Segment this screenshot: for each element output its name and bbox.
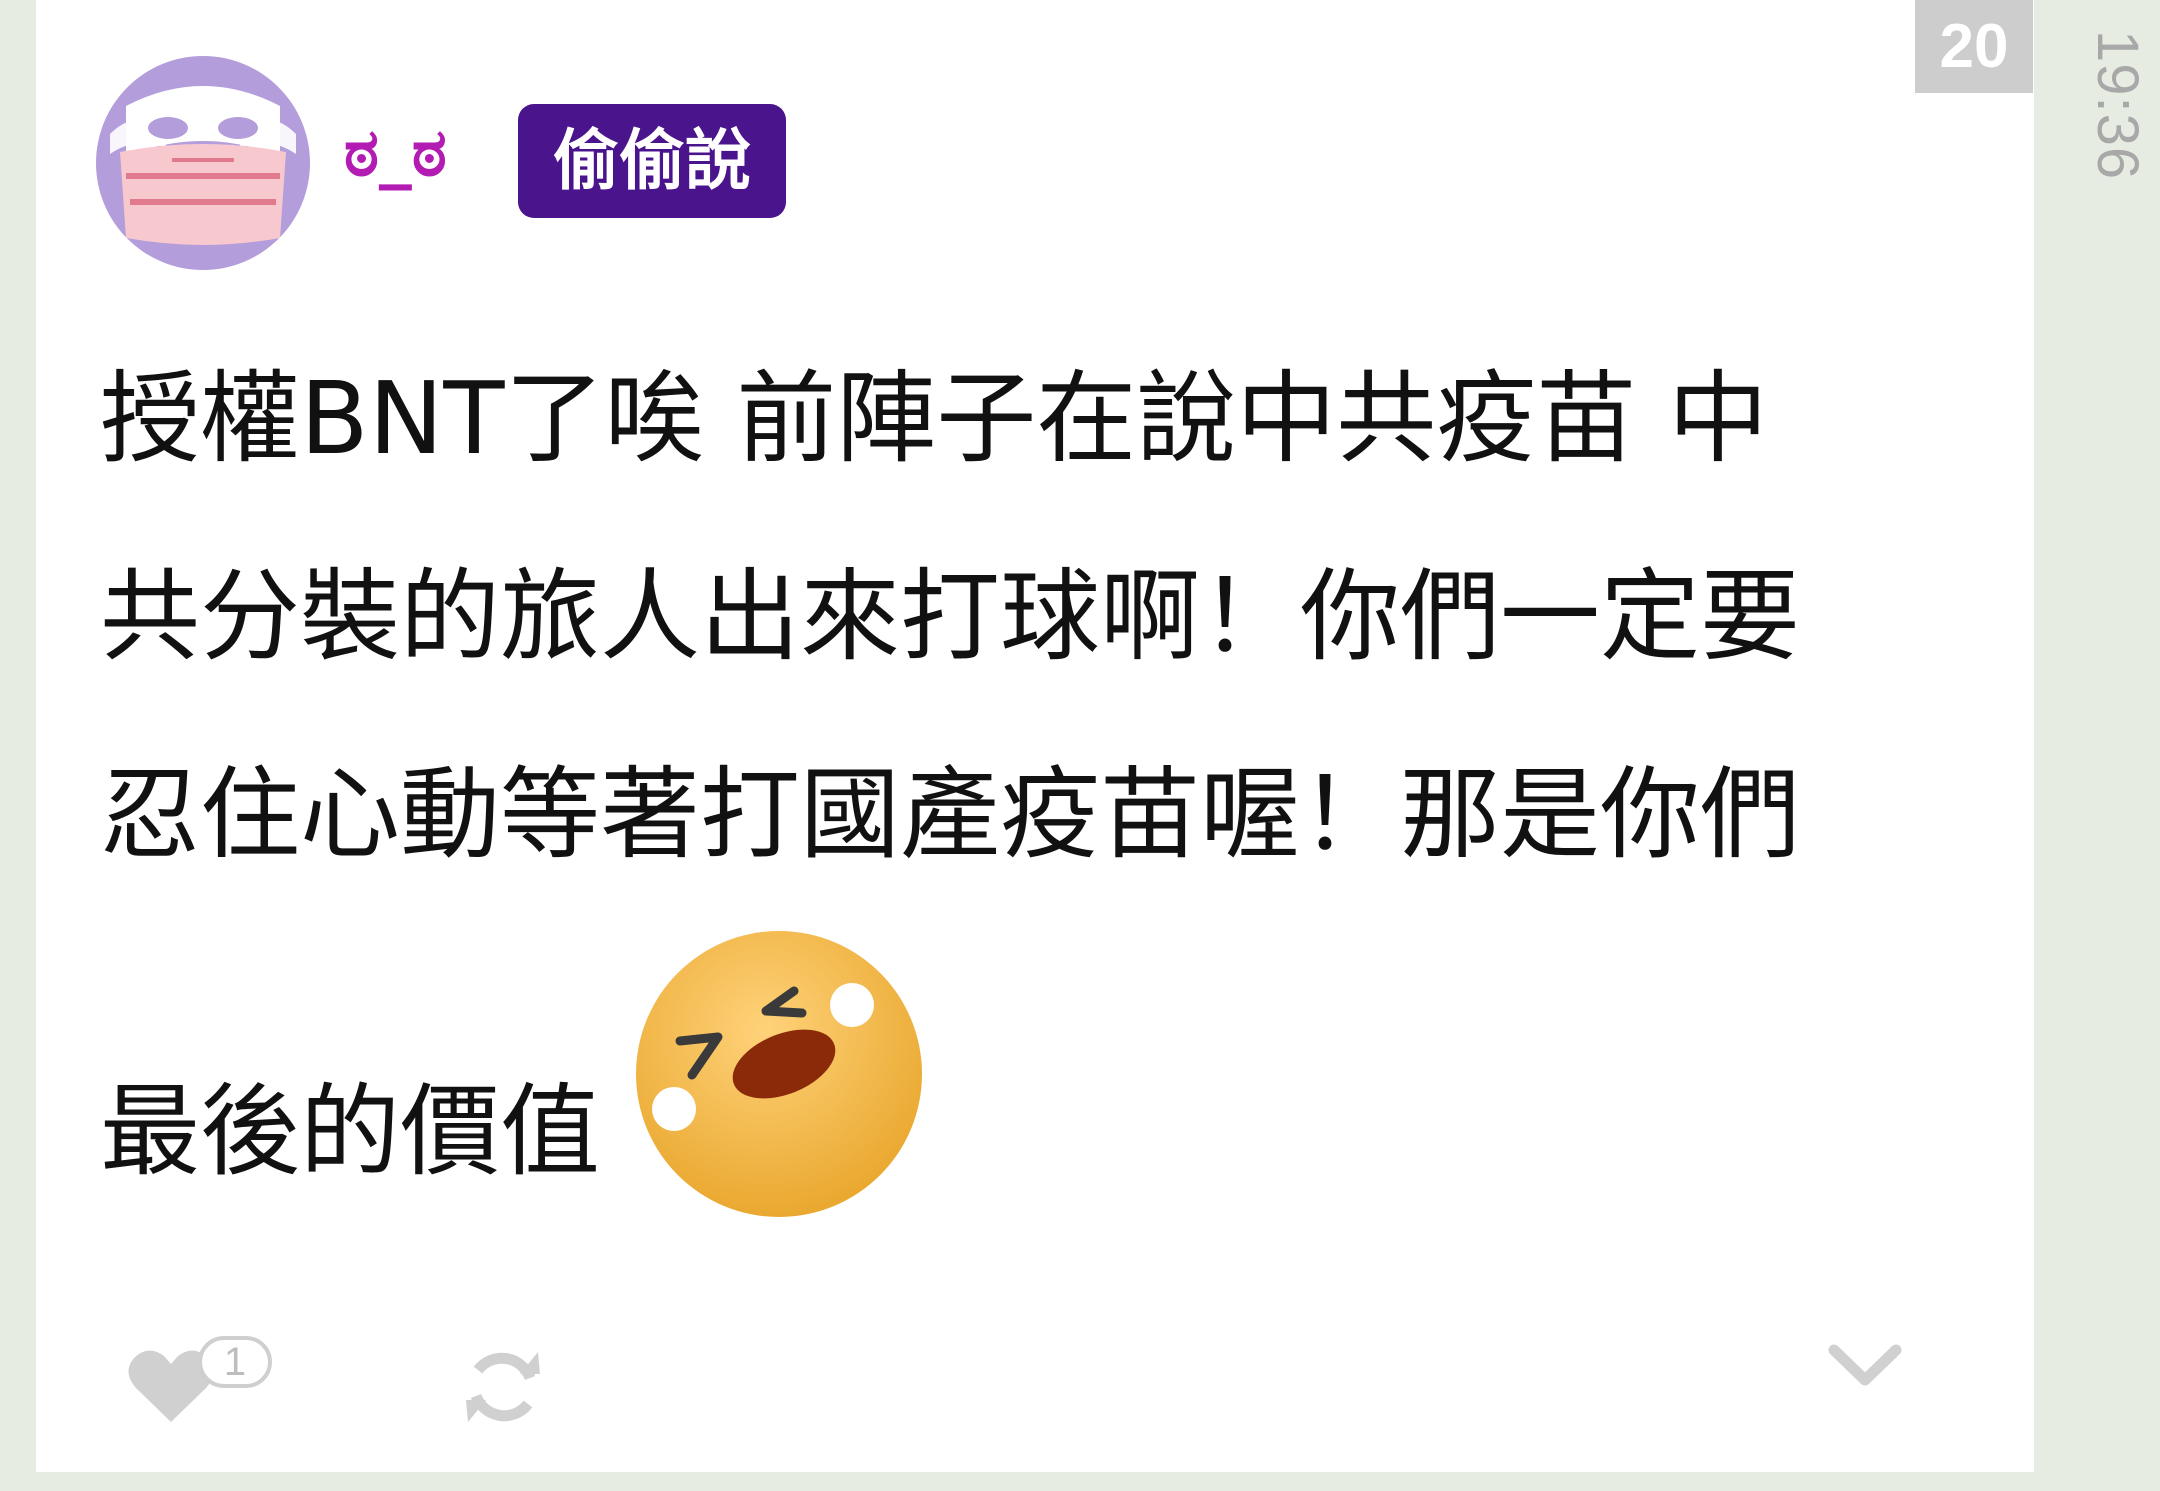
repost-icon [466,1352,540,1422]
post-actions: 1 [0,1310,2160,1430]
like-button[interactable]: 1 [96,1310,286,1430]
post-body-line: 忍住心動等著打國產疫苗喔！那是你們 [100,756,1800,873]
avatar[interactable] [96,56,310,270]
post-body-last-line: 最後的價值 [100,914,1980,1219]
username[interactable]: ಠ_ಠ [344,108,447,198]
post-body: 授權BNT了唉 前陣子在說中共疫苗 中 共分裝的旅人出來打球啊！你們一定要 忍住… [100,320,1980,1219]
post-body-line: 授權BNT了唉 前陣子在說中共疫苗 中 [100,360,1769,477]
laughing-tears-emoji-icon [636,931,922,1217]
chevron-down-icon [1828,1344,1902,1386]
like-count: 1 [198,1336,272,1388]
expand-button[interactable] [1810,1320,1920,1410]
post-body-line: 共分裝的旅人出來打球啊！你們一定要 [100,558,1800,675]
post-timestamp: 19:36 [2085,30,2150,181]
post-body-line: 最後的價值 [100,1073,600,1190]
category-tag[interactable]: 偷偷說 [518,104,786,218]
repost-button[interactable] [452,1310,582,1430]
post-index-badge: 20 [1915,0,2033,93]
